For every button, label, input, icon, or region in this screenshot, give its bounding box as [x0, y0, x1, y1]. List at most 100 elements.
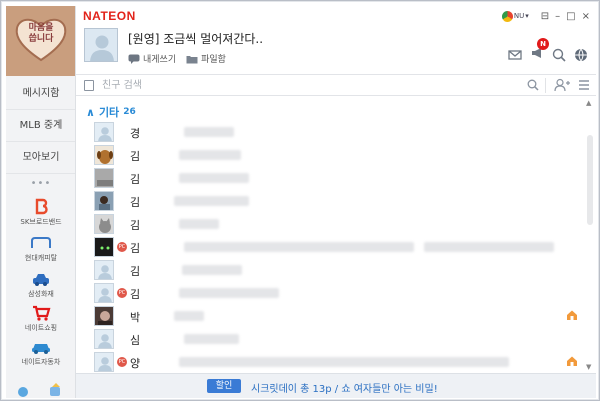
pc-online-icon: PC — [117, 357, 127, 367]
mail-icon[interactable] — [508, 48, 522, 62]
friend-row[interactable]: 김 — [76, 144, 584, 166]
friend-avatar[interactable] — [94, 237, 114, 257]
notification-badge: N — [537, 38, 549, 50]
status-message[interactable]: [원영] 조금씩 멀어져간다.. — [128, 30, 263, 47]
friend-row[interactable]: 김 — [76, 213, 584, 235]
shopping-cart-icon — [33, 305, 51, 321]
scroll-thumb[interactable] — [587, 135, 593, 225]
messenger-window: 마음을 씁니다 메시지함 MLB 중계 모아보기 ••• SK브로드밴드 현대캐… — [0, 0, 600, 401]
minihompy-icon[interactable] — [566, 355, 578, 367]
friend-row[interactable]: 심 — [76, 328, 584, 350]
friend-name: 심 — [130, 334, 141, 347]
friend-row[interactable]: 김 — [76, 190, 584, 212]
sidebar-item-messages[interactable]: 메시지함 — [6, 78, 75, 110]
people-search-icon[interactable] — [552, 48, 566, 62]
more-dots[interactable]: ••• — [6, 178, 75, 189]
settings-tool-icon[interactable] — [50, 387, 60, 396]
redacted-text — [184, 242, 414, 252]
friend-name: 김 — [130, 219, 141, 232]
minimize-button[interactable]: – — [555, 11, 560, 22]
account-menu[interactable]: NU ▾ — [501, 10, 529, 22]
promo-banner[interactable]: 할인 시크릿데이 총 13p / 쇼 여자들만 아는 비밀! — [76, 373, 596, 398]
friend-row[interactable]: PC 김 — [76, 282, 584, 304]
my-avatar[interactable] — [84, 28, 118, 62]
sidebar-item-mlb[interactable]: MLB 중계 — [6, 110, 75, 142]
redacted-text — [174, 311, 204, 321]
redacted-text — [424, 242, 554, 252]
notification-button[interactable]: N — [530, 38, 549, 63]
maximize-button[interactable]: □ — [566, 11, 575, 22]
write-to-me-button[interactable]: 내게쓰기 — [128, 52, 176, 65]
chat-bubble-icon — [128, 54, 140, 64]
friend-row[interactable]: 김 — [76, 259, 584, 281]
hamburger-menu-icon[interactable] — [578, 79, 590, 91]
folder-icon — [186, 55, 198, 63]
account-logo-icon — [501, 10, 513, 22]
minihompy-icon[interactable] — [566, 309, 578, 321]
redacted-text — [179, 173, 249, 183]
redacted-text — [179, 357, 509, 367]
friend-avatar[interactable] — [94, 122, 114, 142]
close-button[interactable]: × — [582, 11, 590, 22]
redacted-text — [179, 150, 241, 160]
friend-name: 김 — [130, 196, 141, 209]
friend-list: ∧ 기타 26 경 김 김 김 김 PC 김 김 PC 김 박 심 PC 양 — [76, 97, 584, 373]
redacted-text — [179, 219, 219, 229]
collapse-arrow-icon: ∧ — [86, 105, 95, 119]
friend-avatar[interactable] — [94, 283, 114, 303]
friend-avatar[interactable] — [94, 191, 114, 211]
list-scrollbar[interactable]: ▲ ▼ — [584, 97, 596, 373]
redacted-text — [174, 196, 249, 206]
promo-tag: 할인 — [207, 379, 241, 393]
redacted-text — [179, 288, 279, 298]
friend-row[interactable]: PC 양 — [76, 351, 584, 373]
friend-row[interactable]: PC 김 — [76, 236, 584, 258]
hyundai-capital-icon — [31, 237, 51, 248]
redacted-text — [184, 127, 234, 137]
add-friend-icon[interactable] — [554, 78, 570, 92]
friend-row[interactable]: 경 — [76, 121, 584, 143]
divider — [545, 78, 546, 93]
pc-online-icon: PC — [117, 288, 127, 298]
friend-name: 김 — [130, 173, 141, 186]
friend-search-input[interactable] — [102, 78, 522, 93]
friend-row[interactable]: 박 — [76, 305, 584, 327]
friend-avatar[interactable] — [94, 352, 114, 372]
view-toggle-icon[interactable] — [84, 80, 94, 91]
friend-name: 김 — [130, 242, 141, 255]
sidebar-service-nate-car[interactable]: 네이트자동차 — [6, 338, 75, 374]
pc-online-icon: PC — [117, 242, 127, 252]
friend-avatar[interactable] — [94, 260, 114, 280]
friend-avatar[interactable] — [94, 329, 114, 349]
promo-text[interactable]: 시크릿데이 총 13p / 쇼 여자들만 아는 비밀! — [251, 380, 438, 395]
profile-art-image[interactable]: 마음을 씁니다 — [6, 6, 75, 76]
scroll-up-icon[interactable]: ▲ — [586, 99, 591, 107]
globe-icon[interactable] — [574, 48, 588, 62]
friend-avatar[interactable] — [94, 214, 114, 234]
search-icon[interactable] — [527, 79, 539, 91]
sidebar-service-sk-broadband[interactable]: SK브로드밴드 — [6, 198, 75, 234]
friend-row[interactable]: 김 — [76, 167, 584, 189]
sidebar-service-nate-shopping[interactable]: 네이트쇼핑 — [6, 304, 75, 340]
car-icon — [32, 344, 50, 354]
sidebar-bottom-tools — [6, 380, 75, 398]
scroll-down-icon[interactable]: ▼ — [586, 363, 591, 371]
default-avatar-icon — [90, 35, 114, 61]
friend-avatar[interactable] — [94, 168, 114, 188]
group-header[interactable]: ∧ 기타 26 — [86, 104, 136, 120]
group-count: 26 — [123, 107, 136, 117]
friend-name: 김 — [130, 150, 141, 163]
window-controls: NU ▾ ⊟ – □ × — [501, 8, 590, 24]
sk-broadband-icon — [35, 198, 48, 215]
sidebar-service-hyundai-capital[interactable]: 현대캐피탈 — [6, 234, 75, 270]
friend-name: 김 — [130, 265, 141, 278]
pin-window-button[interactable]: ⊟ — [541, 11, 549, 22]
sidebar-item-collection[interactable]: 모아보기 — [6, 142, 75, 174]
file-box-button[interactable]: 파일함 — [186, 52, 226, 65]
friend-avatar[interactable] — [94, 306, 114, 326]
friend-avatar[interactable] — [94, 145, 114, 165]
apps-icon[interactable] — [18, 387, 28, 397]
left-sidebar: 마음을 씁니다 메시지함 MLB 중계 모아보기 ••• SK브로드밴드 현대캐… — [6, 6, 76, 398]
friend-name: 양 — [130, 357, 141, 370]
sidebar-service-samsung-fire[interactable]: 삼성화재 — [6, 270, 75, 306]
